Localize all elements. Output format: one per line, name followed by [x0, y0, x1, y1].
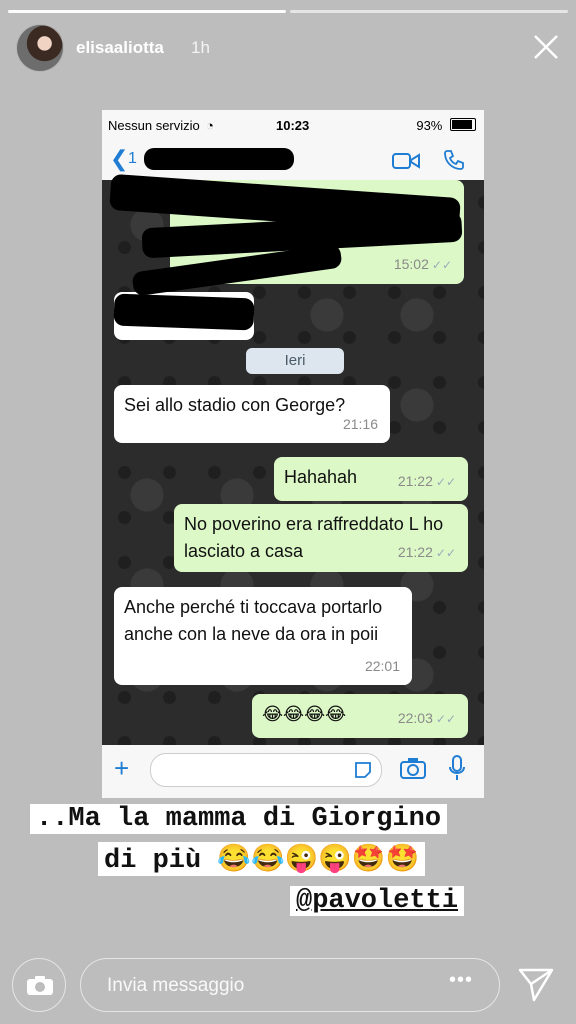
message-time: 22:01	[364, 658, 400, 674]
battery-status: 93%	[416, 118, 476, 133]
chat-header: ❮ 1	[102, 140, 484, 180]
message-bubble-in: Sei allo stadio con George? 21:16	[114, 385, 390, 443]
plus-icon[interactable]: +	[114, 753, 129, 784]
story-time: 1h	[191, 38, 210, 57]
story-progress-2	[290, 10, 568, 13]
phone-call-icon[interactable]	[442, 148, 466, 172]
wifi-icon: ◔	[206, 118, 214, 133]
chat-screenshot: Nessun servizio ◔ 10:23 93% ❮ 1 15:02 ✓✓ …	[102, 110, 484, 798]
message-bubble-out: Hahahah 21:22 ✓✓	[274, 457, 468, 501]
story-caption-line2: di più 😂😂😜😜🤩🤩	[98, 842, 426, 876]
read-ticks-icon: ✓✓	[435, 475, 456, 489]
message-text: 😂😂😂😂	[262, 704, 347, 724]
battery-icon	[450, 118, 476, 131]
message-time: 21:22	[397, 544, 433, 560]
story-caption-line1: ..Ma la mamma di Giorgino	[30, 804, 448, 834]
camera-icon	[27, 976, 53, 995]
message-input[interactable]	[150, 753, 382, 787]
message-text: Anche perché ti toccava portarlo anche c…	[124, 597, 383, 644]
mention-tag[interactable]: @pavoletti	[290, 886, 465, 916]
redaction-scribble	[113, 293, 255, 331]
back-count[interactable]: 1	[128, 150, 137, 168]
date-separator: Ieri	[246, 348, 344, 374]
chat-input-bar: +	[102, 745, 484, 798]
phone-status-bar: Nessun servizio ◔ 10:23 93%	[102, 110, 484, 140]
story-username[interactable]: elisaaliotta	[76, 38, 164, 58]
message-text: Sei allo stadio con George?	[124, 395, 346, 415]
message-bubble-in: Anche perché ti toccava portarlo anche c…	[114, 587, 412, 685]
camera-icon[interactable]	[400, 757, 426, 779]
more-options-icon[interactable]: •••	[449, 969, 473, 992]
close-icon[interactable]	[530, 31, 562, 63]
message-time: 15:02	[393, 256, 429, 272]
redacted-contact-name	[144, 148, 294, 170]
microphone-icon[interactable]	[448, 755, 466, 781]
battery-percent: 93%	[416, 118, 443, 133]
video-call-icon[interactable]	[392, 152, 420, 170]
message-time: 21:22	[397, 473, 433, 489]
chat-area: 15:02 ✓✓ Ieri Sei allo stadio con George?…	[102, 173, 484, 745]
phone-time: 10:23	[276, 118, 310, 133]
message-time: 22:03	[397, 710, 433, 726]
story-progress-1	[8, 10, 286, 13]
read-ticks-icon: ✓✓	[431, 258, 452, 272]
read-ticks-icon: ✓✓	[435, 546, 456, 560]
read-ticks-icon: ✓✓	[435, 712, 456, 726]
message-time: 21:16	[342, 416, 378, 432]
message-text: Hahahah	[284, 467, 358, 487]
send-icon[interactable]	[517, 966, 555, 1004]
profile-avatar[interactable]	[16, 24, 64, 72]
carrier-status: Nessun servizio	[108, 118, 200, 133]
message-bubble-out: No poverino era raffreddato L ho lasciat…	[174, 504, 468, 572]
reply-input[interactable]: Invia messaggio •••	[80, 958, 500, 1012]
story-camera-button[interactable]	[12, 958, 66, 1012]
reply-placeholder: Invia messaggio	[107, 975, 245, 996]
sticker-icon[interactable]	[353, 760, 373, 780]
message-bubble-out: 😂😂😂😂 22:03 ✓✓	[252, 694, 468, 738]
back-chevron-icon[interactable]: ❮	[110, 146, 128, 172]
